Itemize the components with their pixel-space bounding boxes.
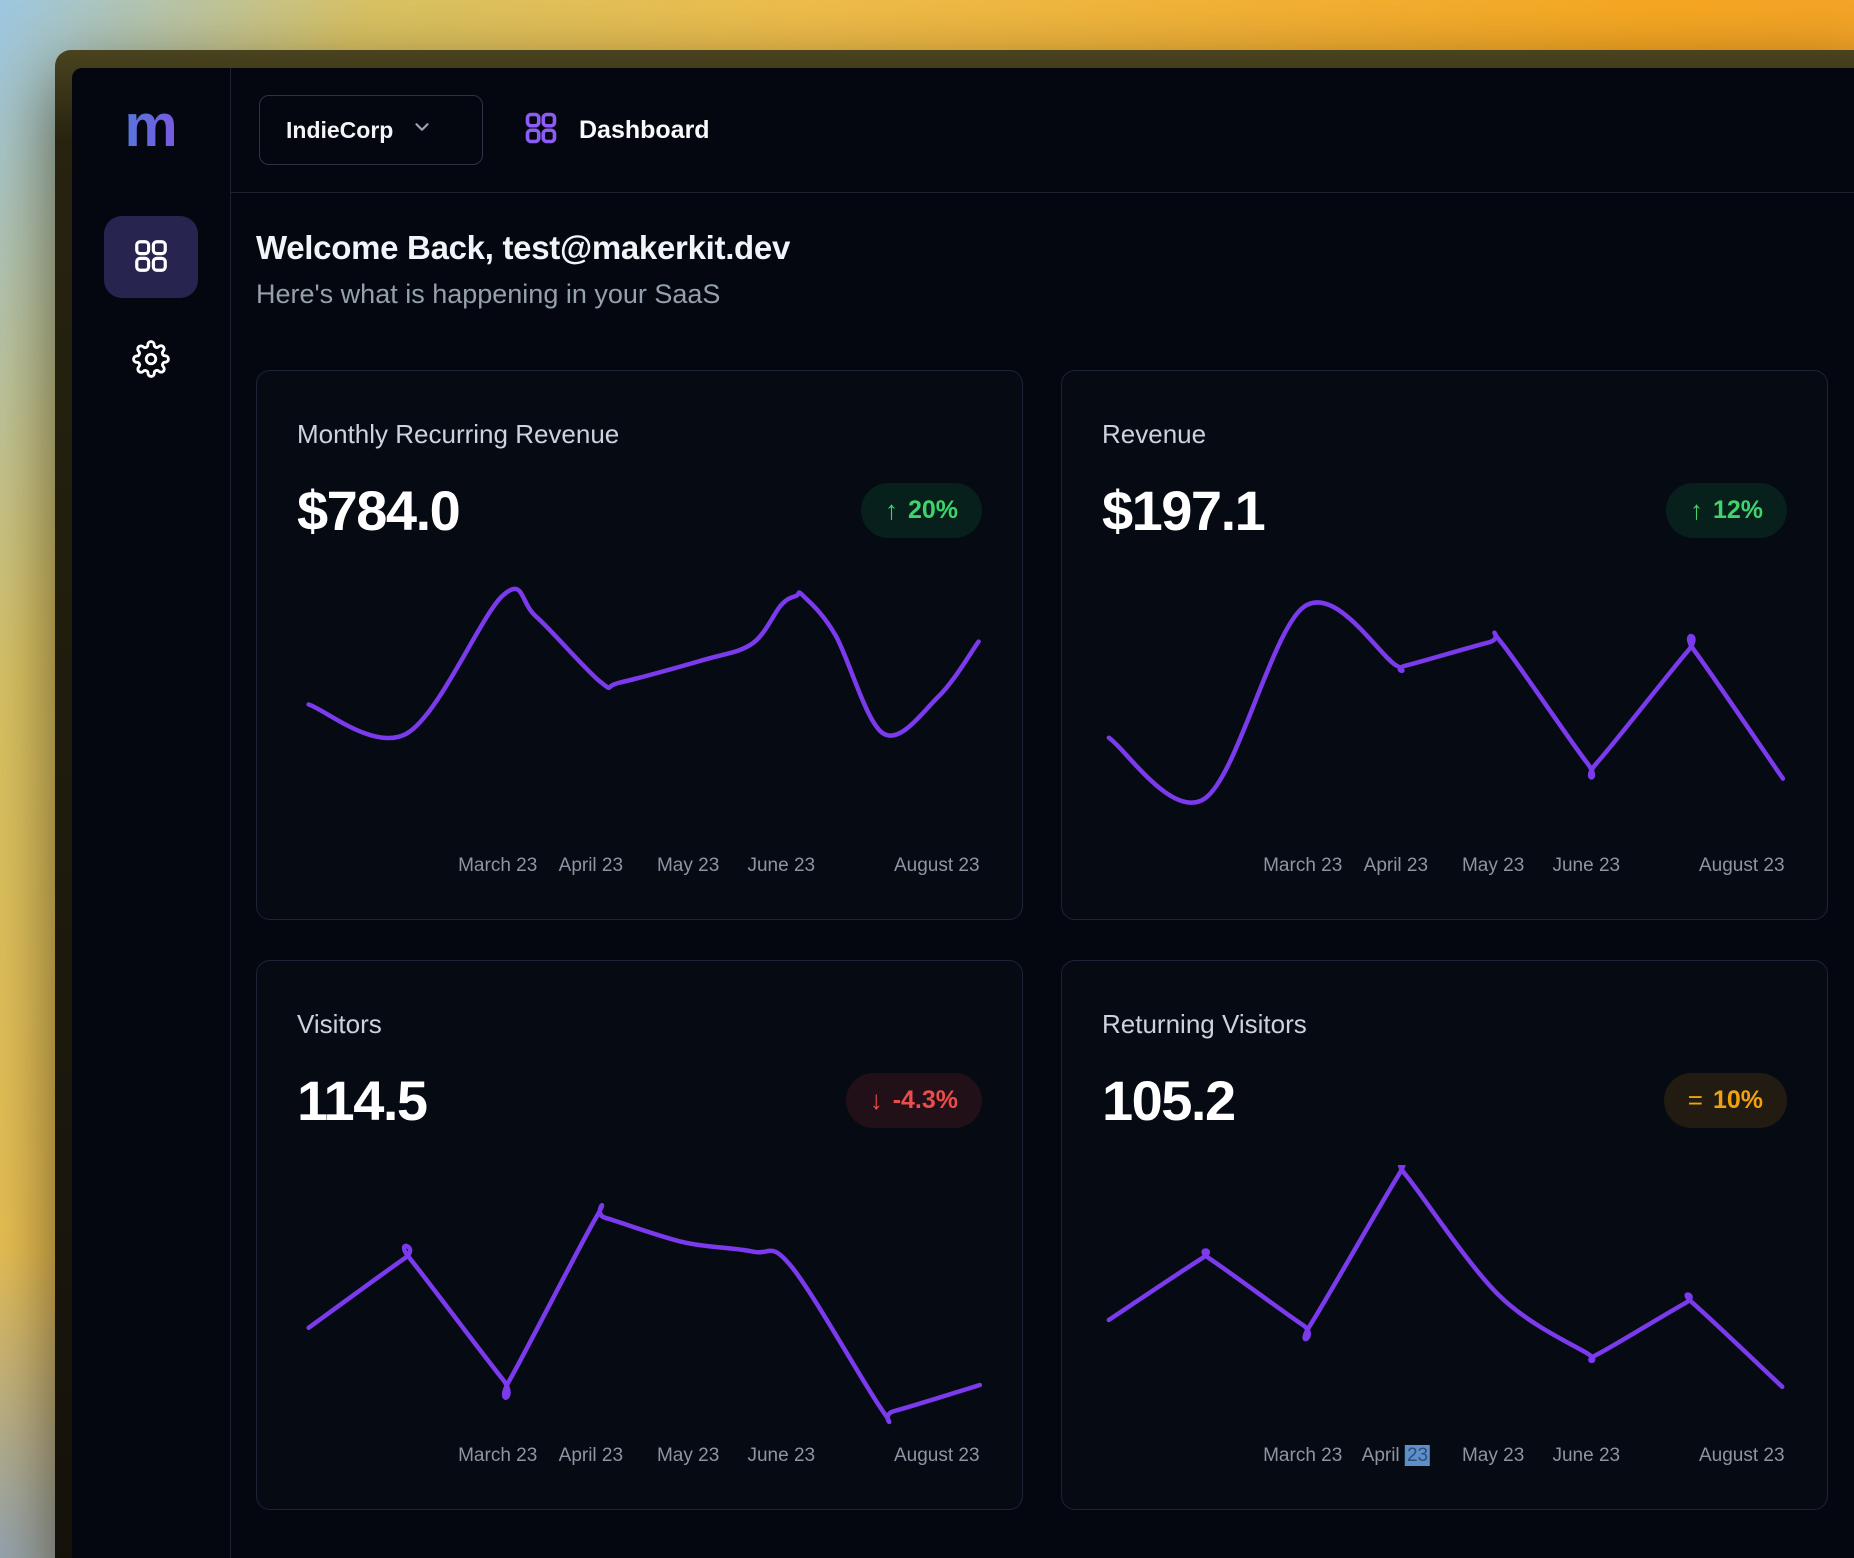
trend-badge-label: 20% bbox=[908, 496, 958, 525]
makerkit-logo: m bbox=[124, 96, 177, 156]
chart-canvas bbox=[1102, 1165, 1787, 1425]
content-area: IndieCorp bbox=[231, 68, 1854, 1558]
app-window-content: m bbox=[72, 68, 1854, 1558]
dashboard-grid-icon bbox=[523, 110, 559, 151]
trend-badge-label: 12% bbox=[1713, 496, 1763, 525]
x-axis-label: May 23 bbox=[657, 855, 719, 877]
metric-value: $784.0 bbox=[297, 478, 459, 543]
x-axis-label: June 23 bbox=[1552, 1445, 1620, 1467]
sidebar-item-dashboard[interactable] bbox=[104, 216, 198, 298]
arrow-down-icon: ↓ bbox=[870, 1085, 883, 1116]
app-window: m bbox=[55, 50, 1854, 1558]
trend-badge-label: -4.3% bbox=[893, 1086, 958, 1115]
trend-badge: ↑ 20% bbox=[861, 483, 982, 538]
returning-visitors-line-chart: March 23 April 23 May 23 June 23 August 23 bbox=[1102, 1165, 1787, 1473]
card-returning-visitors: Returning Visitors 105.2 = 10% bbox=[1061, 960, 1828, 1510]
x-axis-label: May 23 bbox=[657, 1445, 719, 1467]
card-visitors: Visitors 114.5 ↓ -4.3% bbox=[256, 960, 1023, 1510]
arrow-up-icon: ↑ bbox=[1690, 495, 1703, 526]
chart-canvas bbox=[297, 575, 982, 835]
x-axis-label: March 23 bbox=[1263, 1445, 1342, 1467]
sidebar: m bbox=[72, 68, 231, 1558]
metric-value: 114.5 bbox=[297, 1068, 427, 1133]
card-title: Returning Visitors bbox=[1102, 1009, 1787, 1040]
x-axis-label: March 23 bbox=[1263, 855, 1342, 877]
x-axis-label: June 23 bbox=[747, 1445, 815, 1467]
chart-canvas bbox=[1102, 575, 1787, 835]
x-axis: March 23 April 23 May 23 June 23 August 23 bbox=[1102, 1439, 1787, 1473]
welcome-subtitle: Here's what is happening in your SaaS bbox=[256, 279, 1854, 310]
x-axis-label: May 23 bbox=[1462, 1445, 1524, 1467]
x-axis-label: August 23 bbox=[894, 1445, 980, 1467]
desktop-wallpaper: m bbox=[0, 0, 1854, 1558]
x-axis-label: April 23 bbox=[1364, 855, 1428, 877]
card-monthly-recurring-revenue: Monthly Recurring Revenue $784.0 ↑ 20% bbox=[256, 370, 1023, 920]
breadcrumb: Dashboard bbox=[523, 110, 710, 151]
x-axis-label: May 23 bbox=[1462, 855, 1524, 877]
sidebar-item-settings[interactable] bbox=[104, 330, 198, 390]
trend-badge: ↑ 12% bbox=[1666, 483, 1787, 538]
welcome-heading: Welcome Back, test@makerkit.dev bbox=[256, 229, 1854, 267]
value-row: $784.0 ↑ 20% bbox=[297, 478, 982, 543]
x-axis-label: April 23 bbox=[559, 855, 623, 877]
x-axis-label: April 23 bbox=[559, 1445, 623, 1467]
settings-gear-icon bbox=[132, 340, 170, 381]
x-axis-label: March 23 bbox=[458, 1445, 537, 1467]
x-axis-label: August 23 bbox=[894, 855, 980, 877]
page-title: Dashboard bbox=[579, 116, 710, 145]
arrow-up-icon: ↑ bbox=[885, 495, 898, 526]
org-switcher-label: IndieCorp bbox=[286, 117, 393, 144]
x-axis: March 23 April 23 May 23 June 23 August 23 bbox=[297, 849, 982, 883]
metrics-grid: Monthly Recurring Revenue $784.0 ↑ 20% bbox=[256, 370, 1854, 1510]
dashboard-main: Welcome Back, test@makerkit.dev Here's w… bbox=[231, 193, 1854, 1558]
trend-badge: ↓ -4.3% bbox=[846, 1073, 982, 1128]
value-row: $197.1 ↑ 12% bbox=[1102, 478, 1787, 543]
chart-canvas bbox=[297, 1165, 982, 1425]
visitors-line-chart: March 23 April 23 May 23 June 23 August 23 bbox=[297, 1165, 982, 1473]
card-revenue: Revenue $197.1 ↑ 12% bbox=[1061, 370, 1828, 920]
dashboard-grid-icon bbox=[132, 237, 170, 278]
card-title: Revenue bbox=[1102, 419, 1787, 450]
value-row: 105.2 = 10% bbox=[1102, 1068, 1787, 1133]
revenue-line-chart: March 23 April 23 May 23 June 23 August 23 bbox=[1102, 575, 1787, 883]
x-axis-label: April 23 bbox=[1362, 1445, 1430, 1467]
selected-text-highlight: 23 bbox=[1405, 1445, 1430, 1466]
x-axis-label: June 23 bbox=[747, 855, 815, 877]
x-axis-label: June 23 bbox=[1552, 855, 1620, 877]
equals-icon: = bbox=[1688, 1085, 1703, 1116]
x-axis-label: August 23 bbox=[1699, 855, 1785, 877]
x-axis: March 23 April 23 May 23 June 23 August 23 bbox=[297, 1439, 982, 1473]
value-row: 114.5 ↓ -4.3% bbox=[297, 1068, 982, 1133]
x-axis-label: March 23 bbox=[458, 855, 537, 877]
metric-value: 105.2 bbox=[1102, 1068, 1235, 1133]
card-title: Visitors bbox=[297, 1009, 982, 1040]
trend-badge-label: 10% bbox=[1713, 1086, 1763, 1115]
metric-value: $197.1 bbox=[1102, 478, 1264, 543]
x-axis: March 23 April 23 May 23 June 23 August 23 bbox=[1102, 849, 1787, 883]
trend-badge: = 10% bbox=[1664, 1073, 1787, 1128]
card-title: Monthly Recurring Revenue bbox=[297, 419, 982, 450]
chevron-down-icon bbox=[411, 116, 433, 144]
x-axis-label: August 23 bbox=[1699, 1445, 1785, 1467]
org-switcher-button[interactable]: IndieCorp bbox=[259, 95, 483, 165]
mrr-line-chart: March 23 April 23 May 23 June 23 August 23 bbox=[297, 575, 982, 883]
top-bar: IndieCorp bbox=[231, 68, 1854, 193]
